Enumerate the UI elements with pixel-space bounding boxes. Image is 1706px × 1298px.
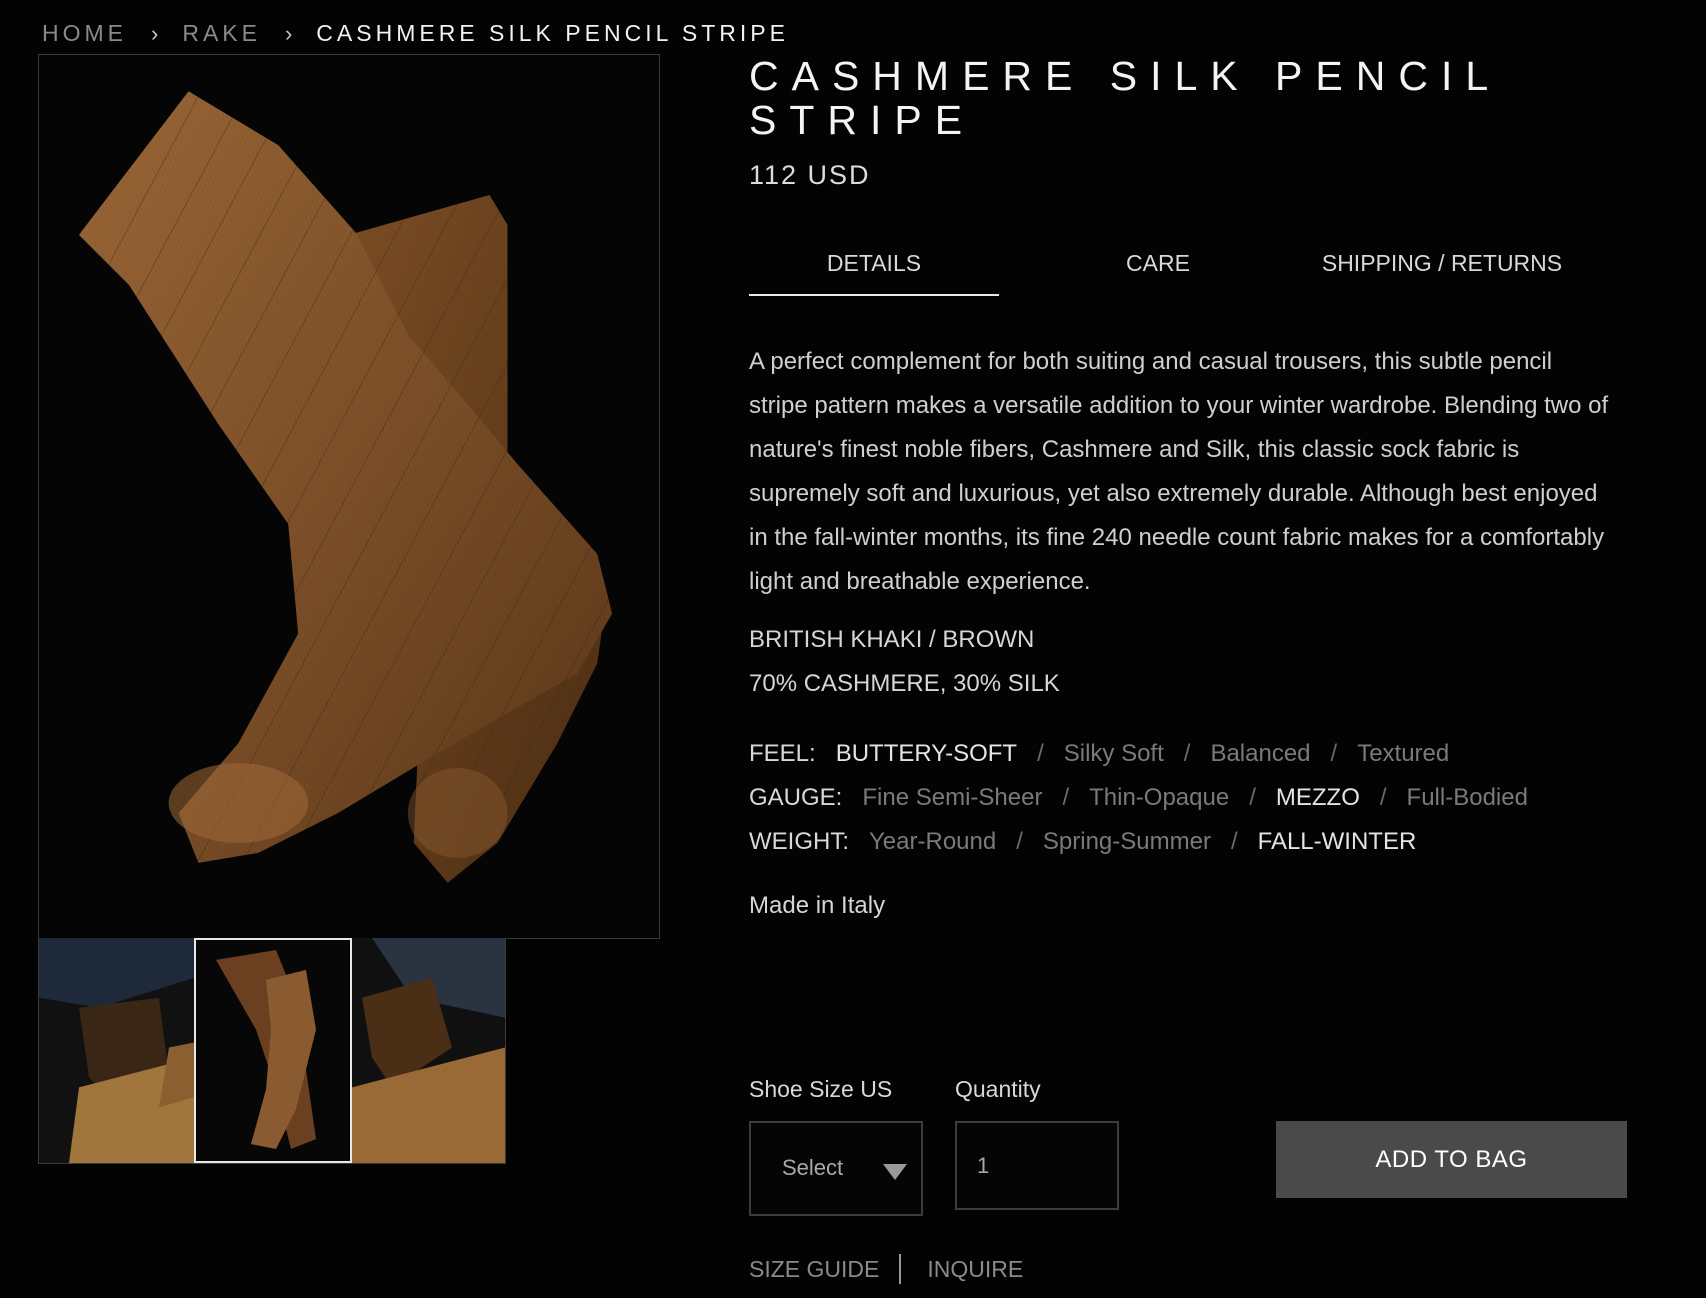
shoe-size-select[interactable]: Select [749,1121,923,1216]
tab-shipping-returns[interactable]: SHIPPING / RETURNS [1317,240,1567,296]
spec-separator: / [1379,784,1387,811]
thumbnail-3[interactable] [352,938,505,1163]
spec-feel-option: BUTTERY-SOFT [835,740,1018,767]
thumbnail-strip [38,938,506,1164]
product-tabs: DETAILS CARE SHIPPING / RETURNS [749,240,1601,296]
spec-weight: WEIGHT: Year-Round / Spring-Summer / FAL… [749,828,1416,856]
product-description: A perfect complement for both suiting an… [749,348,1609,595]
shoe-photo-icon [39,938,194,1163]
spec-gauge-option: MEZZO [1275,784,1360,811]
breadcrumb-current: CASHMERE SILK PENCIL STRIPE [316,20,789,46]
spec-separator: / [1037,740,1044,767]
quantity-label: Quantity [955,1076,1041,1102]
dropdown-arrow-icon [883,1164,907,1180]
product-price: 112 USD [749,160,871,190]
tab-details[interactable]: DETAILS [749,240,999,296]
spec-separator: / [1249,784,1256,811]
main-product-image[interactable] [38,54,660,939]
spec-gauge: GAUGE: Fine Semi-Sheer / Thin-Opaque / M… [749,784,1528,812]
spec-separator: / [1016,828,1023,855]
secondary-links: SIZE GUIDE INQUIRE [749,1254,1023,1284]
breadcrumb-home-link[interactable]: HOME [42,20,127,47]
made-in: Made in Italy [749,892,886,919]
loafer-photo-icon [352,938,505,1163]
spec-feel-label: FEEL: [749,740,816,767]
spec-separator: / [1183,740,1191,767]
shoe-size-value: Select [782,1155,844,1180]
spec-separator: / [1330,740,1338,767]
thumbnail-2-selected[interactable] [194,938,352,1163]
spec-separator: / [1230,828,1238,855]
socks-photo-icon [196,940,350,1161]
spec-gauge-option: Fine Semi-Sheer [862,784,1043,811]
spec-gauge-label: GAUGE: [749,784,843,811]
link-divider [899,1254,902,1284]
spec-feel: FEEL: BUTTERY-SOFT / Silky Soft / Balanc… [749,740,1449,768]
thumbnail-1[interactable] [39,938,194,1163]
shoe-size-label: Shoe Size US [749,1076,893,1102]
inquire-link[interactable]: INQUIRE [927,1256,1023,1283]
spec-gauge-option: Thin-Opaque [1089,784,1230,811]
spec-weight-option: FALL-WINTER [1257,828,1417,855]
product-color: BRITISH KHAKI / BROWN [749,626,1035,653]
spec-weight-option: Year-Round [869,828,997,855]
product-composition: 70% CASHMERE, 30% SILK [749,670,1060,697]
socks-photo-icon [39,55,659,938]
add-to-bag-button[interactable]: ADD TO BAG [1276,1121,1627,1198]
size-guide-link[interactable]: SIZE GUIDE [749,1256,879,1283]
spec-gauge-option: Full-Bodied [1406,784,1528,811]
spec-weight-label: WEIGHT: [749,828,849,855]
spec-weight-option: Spring-Summer [1042,828,1211,855]
breadcrumb-separator-icon: › [151,20,159,46]
quantity-input[interactable] [955,1121,1119,1210]
breadcrumb-category-link[interactable]: RAKE [182,20,261,47]
tab-care[interactable]: CARE [999,240,1317,296]
spec-feel-option: Balanced [1210,740,1311,767]
breadcrumb: HOME › RAKE › CASHMERE SILK PENCIL STRIP… [42,20,789,47]
spec-feel-option: Textured [1357,740,1450,767]
breadcrumb-separator-icon: › [284,20,293,46]
spec-separator: / [1062,784,1070,811]
product-title: CASHMERE SILK PENCIL STRIPE [749,53,1500,143]
spec-feel-option: Silky Soft [1063,740,1164,767]
